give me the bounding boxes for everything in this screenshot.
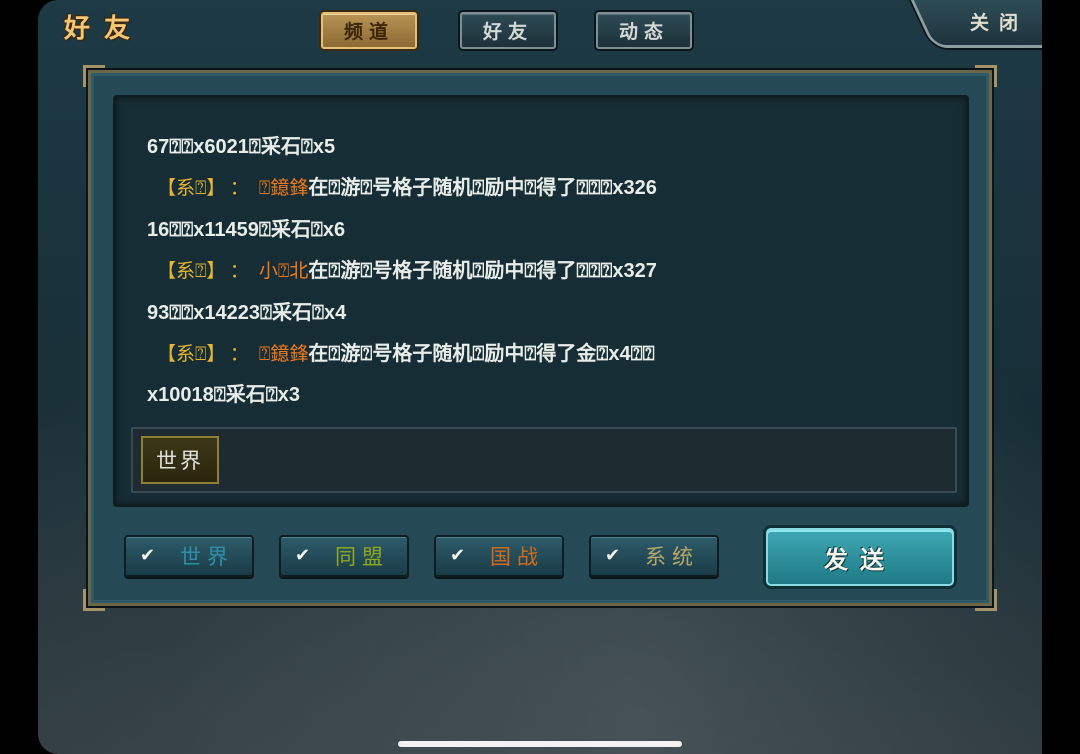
send-button[interactable]: 发送 [766, 528, 954, 586]
message-text: 16⍰⍰x11459⍰采石⍰x6 [147, 218, 346, 241]
frame-corner-ornament [975, 589, 997, 611]
separator: ： [229, 342, 249, 365]
message-continuation: x10018⍰采石⍰x3 [147, 375, 947, 416]
filter-system-toggle[interactable]: ✔ 系统 [589, 535, 719, 577]
filter-alliance-toggle[interactable]: ✔ 同盟 [279, 535, 409, 577]
checkbox-icon[interactable]: ✔ [140, 546, 160, 566]
system-tag: 【系⍰】 [157, 260, 216, 283]
message-continuation: 16⍰⍰x11459⍰采石⍰x6 [147, 210, 947, 251]
player-name-link[interactable]: ⍰鐿鋒 [259, 343, 308, 365]
channel-select-button[interactable]: 世界 [141, 436, 219, 484]
separator: ： [229, 260, 249, 283]
chat-log[interactable]: 67⍰⍰x6021⍰采石⍰x5 【系⍰】： ⍰鐿鋒在⍰游⍰号格子随机⍰励中⍰得了⍰⍰… [113, 95, 969, 507]
system-tag: 【系⍰】 [157, 342, 216, 365]
filter-war-toggle[interactable]: ✔ 国战 [434, 535, 564, 577]
tab-friends[interactable]: 好友 [460, 12, 556, 49]
checkbox-icon[interactable]: ✔ [450, 546, 470, 566]
player-name-link[interactable]: 小⍰北 [259, 260, 308, 282]
chat-input-bar[interactable]: 世界 [131, 427, 957, 493]
message-text: x10018⍰采石⍰x3 [147, 384, 300, 407]
message-text: 在⍰游⍰号格子随机⍰励中⍰得了⍰⍰⍰x326 [308, 177, 657, 200]
frame-corner-ornament [83, 589, 105, 611]
chat-message-list: 67⍰⍰x6021⍰采石⍰x5 【系⍰】： ⍰鐿鋒在⍰游⍰号格子随机⍰励中⍰得了⍰⍰… [147, 127, 947, 417]
frame-corner-ornament [83, 65, 105, 87]
system-message: 【系⍰】 ： 小⍰北在⍰游⍰号格子随机⍰励中⍰得了⍰⍰⍰x327 [147, 251, 947, 292]
filter-label: 同盟 [335, 545, 389, 569]
filter-world-toggle[interactable]: ✔ 世界 [124, 535, 254, 577]
game-window: 好友 频道 好友 动态 关闭 67⍰⍰x6021⍰采石⍰x5 【系⍰】： ⍰鐿鋒在⍰… [38, 0, 1042, 754]
filter-label: 系统 [645, 545, 699, 569]
system-tag: 【系⍰】 [157, 177, 216, 200]
message-continuation: 93⍰⍰x14223⍰采石⍰x4 [147, 293, 947, 334]
tab-channel[interactable]: 频道 [321, 12, 417, 49]
system-message: 【系⍰】 ： ⍰鐿鋒在⍰游⍰号格子随机⍰励中⍰得了⍰⍰⍰x326 [147, 168, 947, 209]
message-text: 在⍰游⍰号格子随机⍰励中⍰得了金⍰x4⍰⍰ [308, 342, 655, 365]
message-text: 93⍰⍰x14223⍰采石⍰x4 [147, 301, 347, 324]
message-continuation: 67⍰⍰x6021⍰采石⍰x5 [147, 127, 947, 168]
checkbox-icon[interactable]: ✔ [295, 546, 315, 566]
tab-activity[interactable]: 动态 [596, 12, 692, 49]
checkbox-icon[interactable]: ✔ [605, 546, 625, 566]
close-label[interactable]: 关闭 [970, 8, 1028, 35]
chat-frame: 67⍰⍰x6021⍰采石⍰x5 【系⍰】： ⍰鐿鋒在⍰游⍰号格子随机⍰励中⍰得了⍰⍰… [83, 65, 997, 611]
separator: ： [229, 177, 249, 200]
window-title: 好友 [64, 14, 145, 44]
home-indicator[interactable] [398, 741, 682, 747]
player-name-link[interactable]: ⍰鐿鋒 [259, 177, 308, 199]
filter-label: 国战 [490, 545, 544, 569]
message-text: 67⍰⍰x6021⍰采石⍰x5 [147, 136, 336, 158]
system-message: 【系⍰】 ： ⍰鐿鋒在⍰游⍰号格子随机⍰励中⍰得了金⍰x4⍰⍰ [147, 334, 947, 375]
message-text: 在⍰游⍰号格子随机⍰励中⍰得了⍰⍰⍰x327 [308, 260, 657, 283]
filter-label: 世界 [180, 545, 234, 569]
frame-corner-ornament [975, 65, 997, 87]
